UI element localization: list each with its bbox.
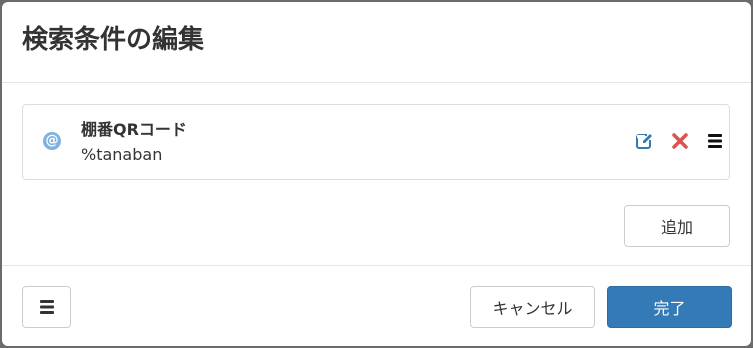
dialog-body: @ 棚番QRコード %tanaban 追加 (2, 83, 751, 265)
dialog-title: 検索条件の編集 (22, 25, 205, 55)
menu-icon (39, 300, 54, 314)
cancel-button[interactable]: キャンセル (470, 286, 595, 328)
condition-item: @ 棚番QRコード %tanaban (22, 104, 730, 180)
edit-icon (636, 133, 653, 149)
condition-name: 棚番QRコード (81, 120, 187, 139)
footer-menu-button[interactable] (22, 286, 71, 328)
close-icon (672, 133, 688, 149)
at-sign-icon: @ (43, 132, 61, 150)
condition-value: %tanaban (81, 145, 163, 164)
delete-condition-button[interactable] (670, 131, 690, 151)
dialog-header: 検索条件の編集 (2, 2, 751, 83)
reorder-condition-handle[interactable] (705, 131, 725, 151)
done-button[interactable]: 完了 (607, 286, 732, 328)
add-condition-button[interactable]: 追加 (624, 205, 730, 247)
dialog-footer: キャンセル 完了 (2, 265, 751, 346)
reorder-icon (708, 134, 722, 148)
edit-condition-button[interactable] (635, 131, 655, 151)
edit-search-conditions-dialog: 検索条件の編集 @ 棚番QRコード %tanaban 追加 キャンセル 完了 (2, 2, 751, 346)
